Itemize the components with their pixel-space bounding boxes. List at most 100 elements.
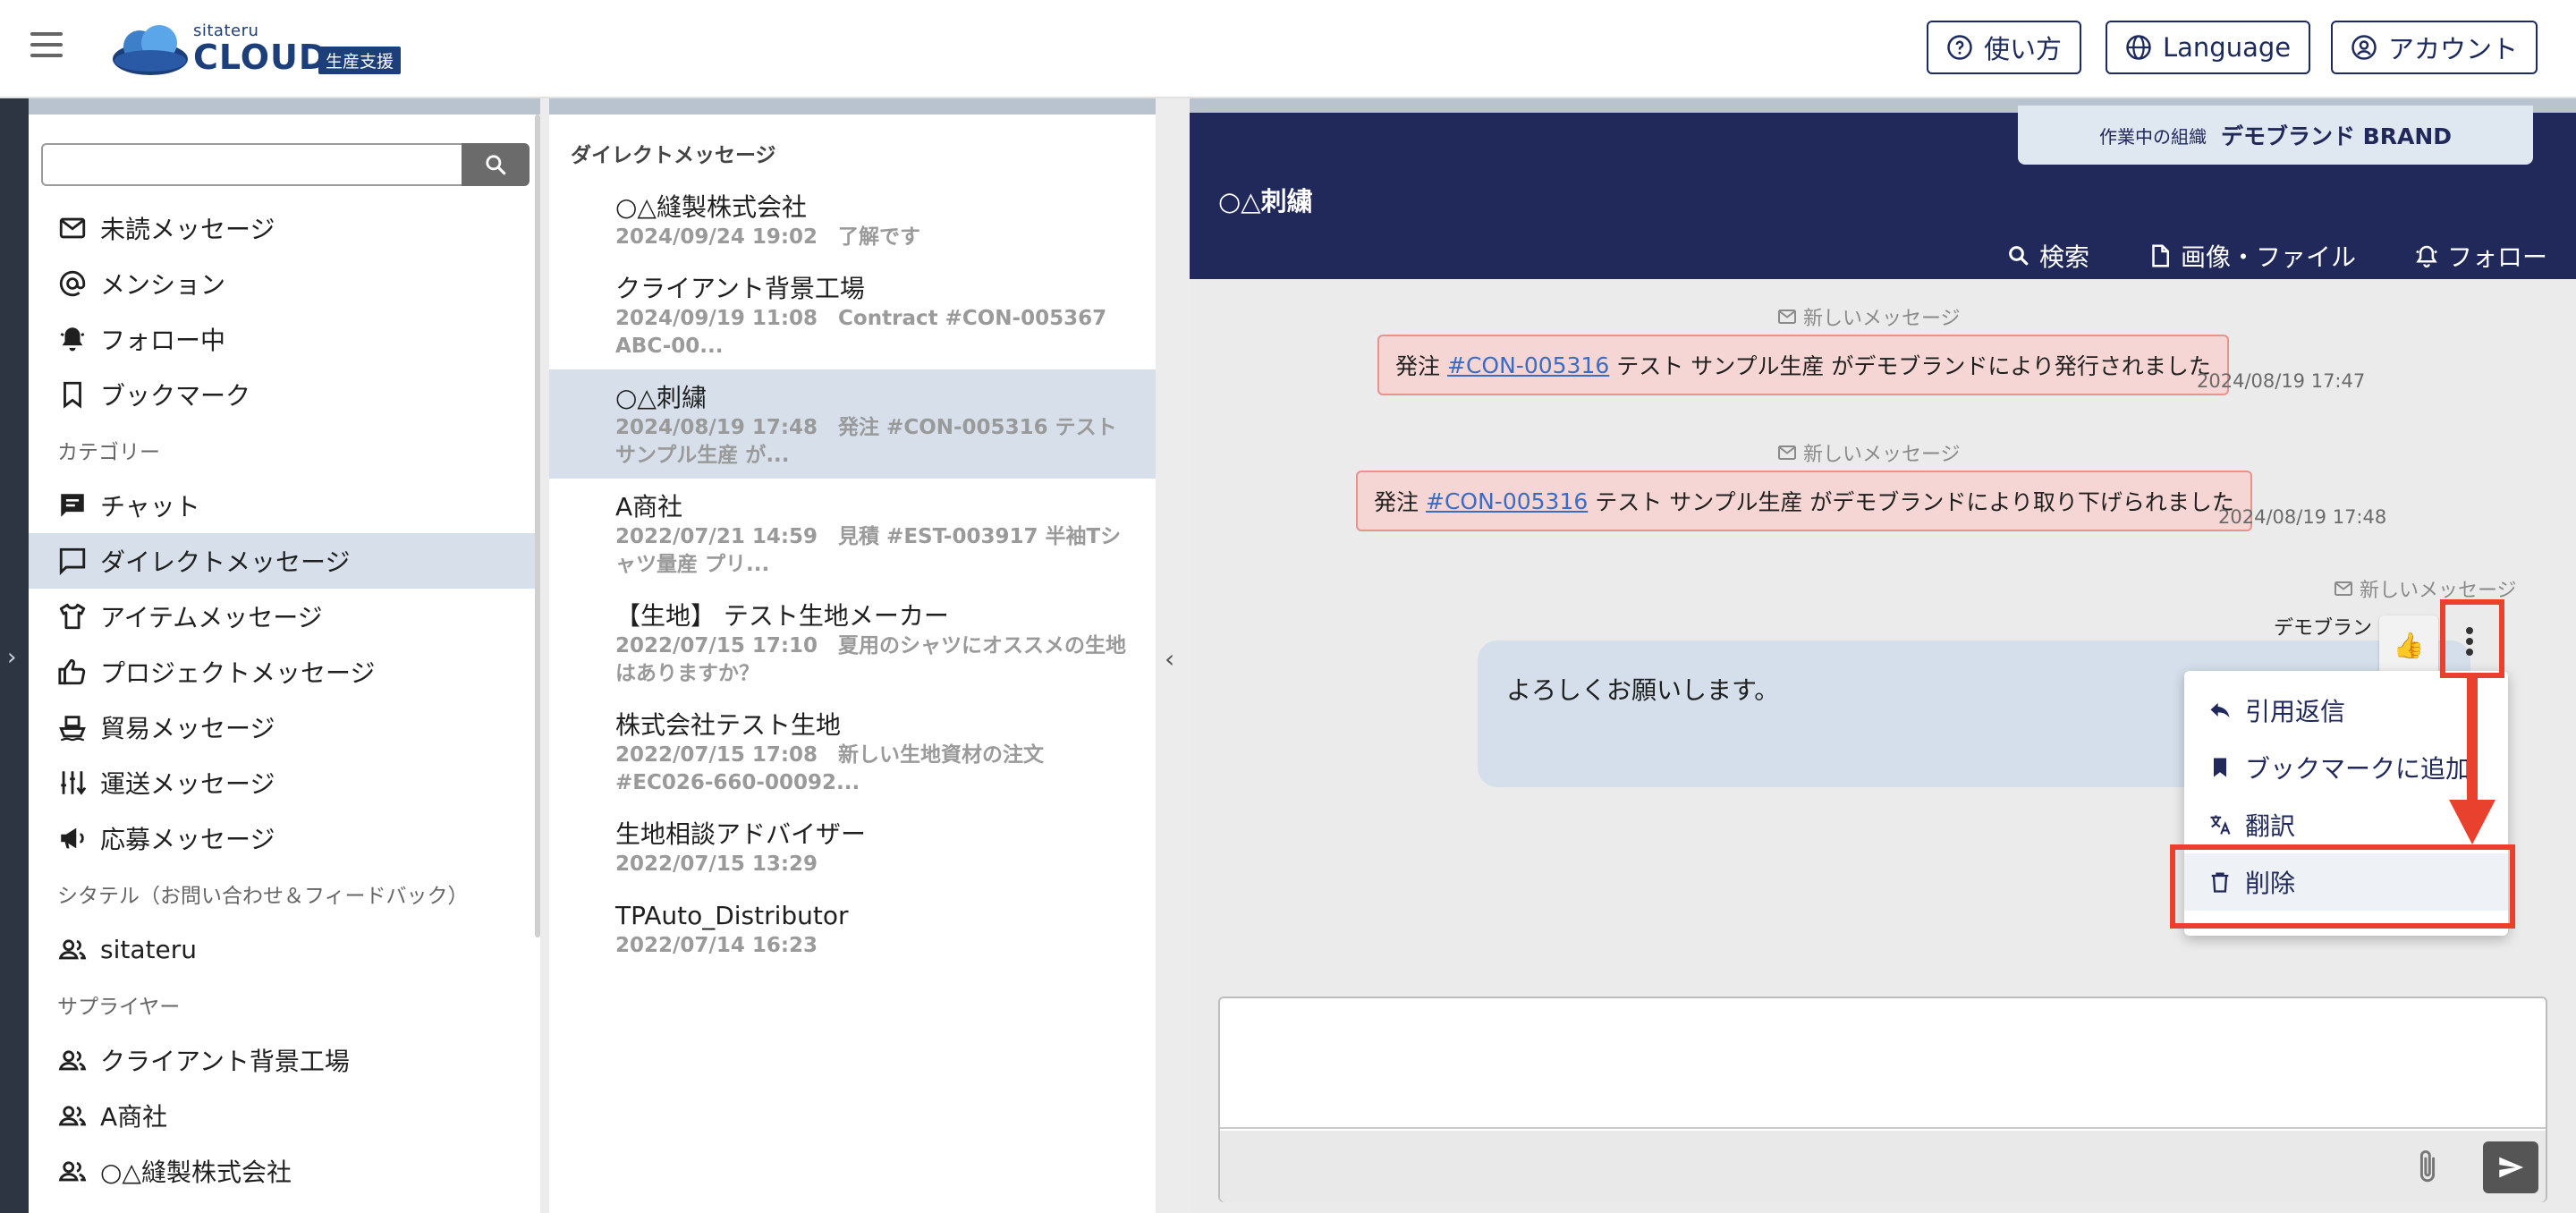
conversation-name: A商社: [615, 492, 683, 522]
menu-item-label: 翻訳: [2245, 811, 2296, 841]
search-button[interactable]: [462, 143, 530, 186]
composer-toolbar: [1220, 1131, 2546, 1202]
hamburger-menu-icon[interactable]: [30, 32, 66, 61]
conversation-preview: 2022/07/15 17:08 新しい生地資材の注文 #EC026-660-0…: [615, 743, 1045, 794]
sidebar-item-following[interactable]: フォロー中: [29, 311, 540, 367]
help-button[interactable]: 使い方: [1927, 21, 2082, 74]
conversation-preview: 2022/07/15 13:29: [615, 852, 818, 876]
sidebar-search: [41, 143, 530, 186]
system-message: 発注 #CON-005316 テスト サンプル生産 がデモブランドにより発行され…: [1377, 335, 2229, 395]
sidebar-item-project-message[interactable]: プロジェクトメッセージ: [29, 644, 540, 700]
translate-icon: [2210, 815, 2231, 835]
ship-icon: [59, 716, 86, 742]
mail-icon: [2334, 581, 2352, 596]
paperclip-icon: [2419, 1149, 2436, 1183]
org-name: デモブランド BRAND: [2220, 123, 2453, 149]
sidebar-divider[interactable]: [540, 98, 549, 1213]
conversation-item[interactable]: TPAuto_Distributor 2022/07/14 16:23: [549, 887, 1156, 969]
conversation-preview: 2024/08/19 17:48 発注 #CON-005316 テスト サンプル…: [615, 416, 1117, 467]
at-icon: [59, 270, 86, 297]
attach-button[interactable]: [2410, 1147, 2445, 1188]
people-icon: [58, 1161, 87, 1182]
conversation-item[interactable]: ○△縫製株式会社 2024/09/24 19:02 了解です: [549, 179, 1156, 260]
chat-search-button[interactable]: 検索: [2005, 238, 2089, 274]
new-message-divider: 新しいメッセージ: [1776, 438, 1961, 467]
sidebar-item-direct-message[interactable]: ダイレクトメッセージ: [29, 533, 540, 589]
conversation-name: 生地相談アドバイザー: [615, 819, 867, 849]
sidebar-item-supplier[interactable]: クライアント背景工場: [29, 1032, 540, 1088]
message-input[interactable]: [1220, 998, 2546, 1129]
globe-icon: [2126, 35, 2151, 60]
sidebar-item-label: 未読メッセージ: [100, 215, 275, 244]
sidebar-item-label: クライアント背景工場: [100, 1047, 350, 1076]
conversation-item-active[interactable]: ○△刺繍 2024/08/19 17:48 発注 #CON-005316 テスト…: [549, 369, 1156, 479]
sidebar-item-sitateru[interactable]: sitateru: [29, 921, 540, 977]
sidebar-item-label: ブックマーク: [100, 381, 251, 411]
conversation-item[interactable]: A商社 2022/07/21 14:59 見積 #EST-003917 半袖Tシ…: [549, 479, 1156, 588]
send-button[interactable]: [2483, 1141, 2538, 1193]
logo[interactable]: sitateru CLOUD 生産支援: [111, 21, 415, 77]
sidebar-item-supplier[interactable]: ○△縫製株式会社: [29, 1143, 540, 1199]
sidebar-item-item-message[interactable]: アイテムメッセージ: [29, 589, 540, 644]
conversation-list-title: ダイレクトメッセージ: [571, 144, 776, 167]
conversation-name: 【生地】 テスト生地メーカー: [615, 601, 949, 631]
account-circle-icon: [2351, 35, 2377, 60]
conversation-item[interactable]: 株式会社テスト生地 2022/07/15 17:08 新しい生地資材の注文 #E…: [549, 697, 1156, 806]
mail-icon: [1778, 445, 1796, 460]
send-icon: [2499, 1157, 2524, 1178]
menu-item-label: 引用返信: [2245, 697, 2346, 726]
conversation-preview: 2024/09/19 11:08 Contract #CON-005367 AB…: [615, 307, 1107, 358]
top-header: sitateru CLOUD 生産支援 使い方 Language アカウント: [0, 0, 2576, 98]
people-icon: [58, 1050, 87, 1071]
sidebar-item-trade-message[interactable]: 貿易メッセージ: [29, 700, 540, 755]
chat-files-button[interactable]: 画像・ファイル: [2147, 238, 2356, 274]
sidebar-item-label: 運送メッセージ: [100, 769, 275, 799]
org-badge[interactable]: 作業中の組織 デモブランド BRAND: [2018, 106, 2533, 165]
cloud-logo-icon: [113, 25, 188, 75]
sidebar-item-label: アイテムメッセージ: [100, 603, 323, 632]
chat-title: ○△刺繍: [1218, 186, 1313, 216]
system-message-text: テスト サンプル生産 がデモブランドにより取り下げられました: [1595, 489, 2234, 515]
sidebar-item-supplier[interactable]: A商社: [29, 1088, 540, 1143]
conversation-collapse-bar[interactable]: ‹: [1156, 98, 1190, 1213]
language-button[interactable]: Language: [2106, 21, 2311, 74]
new-message-divider: 新しいメッセージ: [1776, 302, 1961, 331]
conversation-item[interactable]: 【生地】 テスト生地メーカー 2022/07/15 17:10 夏用のシャツにオ…: [549, 588, 1156, 697]
language-button-label: Language: [2163, 32, 2292, 63]
order-link[interactable]: #CON-005316: [1447, 352, 1609, 378]
account-button-label: アカウント: [2388, 34, 2519, 64]
message-timestamp: 2024/08/19 17:47: [2197, 370, 2366, 392]
reaction-button[interactable]: 👍: [2379, 615, 2438, 674]
sidebar-item-chat[interactable]: チャット: [29, 478, 540, 533]
sidebar-item-transport-message[interactable]: 運送メッセージ: [29, 755, 540, 810]
help-button-label: 使い方: [1984, 34, 2063, 64]
chat-follow-button[interactable]: フォロー: [2413, 238, 2547, 274]
conversation-name: クライアント背景工場: [615, 274, 865, 303]
conversation-name: ○△縫製株式会社: [615, 192, 807, 222]
sidebar-item-application-message[interactable]: 応募メッセージ: [29, 810, 540, 866]
chat-files-label: 画像・ファイル: [2180, 242, 2356, 272]
message-sender: デモブラン: [2274, 617, 2373, 640]
file-icon: [2152, 244, 2169, 267]
sidebar-search-input[interactable]: [41, 143, 462, 186]
sort-icon: [61, 771, 87, 795]
search-icon: [2009, 246, 2029, 266]
conversation-preview: 2024/09/24 19:02 了解です: [615, 225, 921, 249]
annotation-highlight-more: [2440, 599, 2504, 678]
order-link[interactable]: #CON-005316: [1426, 488, 1588, 514]
conversation-preview: 2022/07/21 14:59 見積 #EST-003917 半袖Tシャツ量産…: [615, 525, 1122, 576]
conversation-item[interactable]: 生地相談アドバイザー 2022/07/15 13:29: [549, 806, 1156, 887]
chat-search-label: 検索: [2038, 242, 2089, 272]
conversation-item[interactable]: クライアント背景工場 2024/09/19 11:08 Contract #CO…: [549, 260, 1156, 369]
account-button[interactable]: アカウント: [2331, 21, 2538, 74]
sidebar-item-unread[interactable]: 未読メッセージ: [29, 200, 540, 256]
message-icon: [59, 547, 86, 576]
chat-panel: ○△刺繍 検索 画像・ファイル フォロー 作業中の組織 デモブランド BRAND…: [1190, 98, 2576, 1213]
message-composer: [1218, 997, 2547, 1202]
sidebar-item-mention[interactable]: メンション: [29, 256, 540, 311]
system-message-prefix: 発注: [1395, 353, 1441, 379]
conversation-name: ○△刺繍: [615, 383, 707, 412]
bell-icon: [60, 327, 85, 352]
left-collapse-strip[interactable]: ›: [0, 98, 29, 1213]
sidebar-item-bookmark[interactable]: ブックマーク: [29, 367, 540, 422]
